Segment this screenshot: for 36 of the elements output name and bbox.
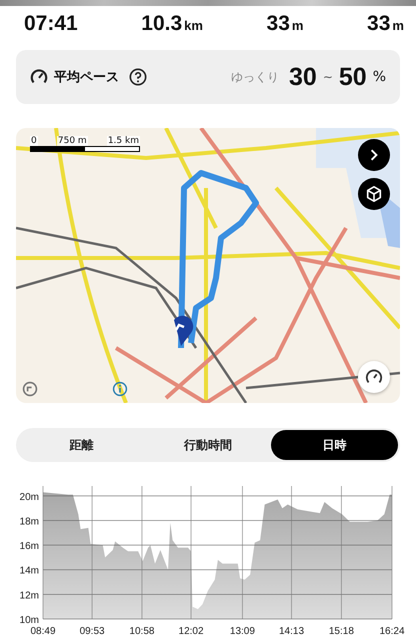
y-tick-label: 20m (20, 492, 39, 503)
tab[interactable]: 距離 (18, 430, 145, 460)
stat-value: 33 m (367, 12, 404, 36)
y-tick-label: 12m (20, 590, 39, 602)
scale-label: 750 m (56, 136, 88, 146)
speed-label: ゆっくり (231, 68, 279, 86)
stat-value: 10.3 km (141, 12, 203, 36)
y-tick-label: 14m (20, 566, 39, 577)
pace-max: 50 (338, 62, 367, 92)
info-icon[interactable] (112, 381, 128, 397)
x-tick-label: 10:58 (129, 626, 154, 637)
stat-value: 33 m (266, 12, 304, 36)
x-tick-label: 08:49 (30, 626, 56, 637)
pace-label: 平均ペース (54, 69, 119, 86)
range-separator: ~ (322, 70, 333, 84)
x-tick-label: 09:53 (80, 626, 105, 637)
x-tick-label: 12:02 (178, 626, 204, 637)
help-icon[interactable] (129, 68, 147, 86)
x-tick-label: 16:24 (379, 626, 405, 637)
tab[interactable]: 日時 (271, 430, 398, 460)
map-logo-icon (22, 381, 38, 397)
gauge-icon (365, 368, 383, 386)
x-tick-label: 15:18 (328, 626, 354, 637)
pace-unit: % (372, 69, 386, 85)
x-tick-label: 13:09 (230, 626, 255, 637)
x-tick-label: 14:13 (279, 626, 304, 637)
scale-label: 0 (30, 136, 38, 146)
scale-label: 1.5 km (106, 136, 140, 146)
y-tick-label: 10m (20, 615, 39, 626)
cube-icon (365, 185, 383, 203)
tab[interactable]: 行動時間 (144, 430, 272, 460)
gauge-icon (30, 68, 48, 86)
stat-value: 07:41 (24, 12, 78, 36)
y-tick-label: 18m (20, 516, 39, 528)
pace-min: 30 (289, 62, 317, 92)
y-tick-label: 16m (20, 541, 39, 552)
